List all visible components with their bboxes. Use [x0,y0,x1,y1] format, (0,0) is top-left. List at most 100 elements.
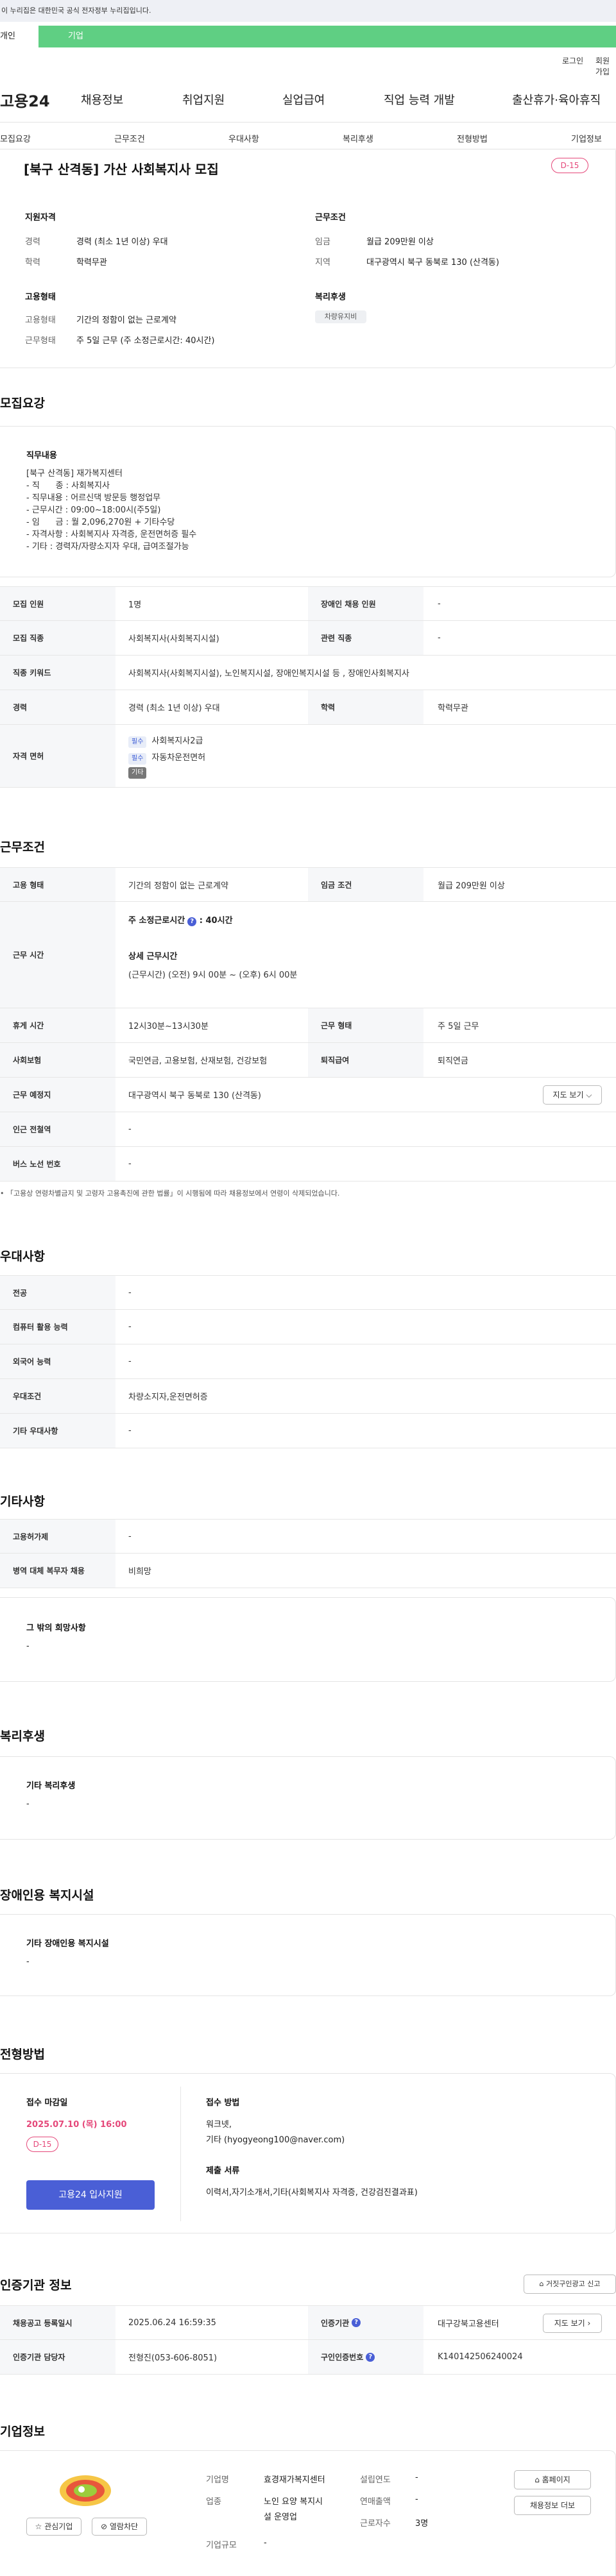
etc-section-title: 기타사항 [0,1495,45,1509]
language-value: - [128,1357,132,1366]
dday-badge: D-15 [551,158,588,173]
rest-value: 12시30분~13시30분 [128,1022,209,1031]
gov-banner-text: 이 누리집은 대한민국 공식 전자정부 누리집입니다. [1,6,151,15]
edu-value: 학력무관 [76,258,107,267]
wage-label: 임금 [315,237,330,247]
job-desc-text: [북구 산격동] 재가복지센터 - 직 종 : 사회복지사 - 직무내용 : 어… [26,469,197,552]
company-logo [58,2470,112,2509]
computer-label: 컴퓨터 활용 능력 [0,1310,116,1344]
anchor-preference[interactable]: 우대사항 [228,132,259,144]
table-row: 인증기관 담당자 전형진(053-606-8051) 구인인증번호? K1401… [0,2340,616,2375]
homepage-button-label: 홈페이지 [542,2475,570,2484]
interest-button-label: 관심기업 [44,2522,73,2531]
pref-cond-label: 우대조건 [0,1379,116,1413]
table-row: 고용 형태 기간의 정함이 없는 근로계약 임금 조건 월급 209만원 이상 [0,867,616,902]
anchor-recruit[interactable]: 모집요강 [0,132,31,144]
map-button[interactable]: 지도 보기 ⌵ [543,1085,602,1105]
process-section-title: 전형방법 [0,2047,45,2062]
industry-label: 업종 [206,2497,221,2507]
military-value: 비희망 [128,1567,151,1577]
help-icon[interactable]: ? [352,2318,361,2327]
work-shift-value: 주 5일 근무 [438,1022,479,1031]
recruit-edu-label: 학력 [308,690,424,724]
founded-label: 설립연도 [360,2475,391,2485]
facility-card: 기타 장애인용 복지시설 - [0,1914,616,1996]
site-logo[interactable]: 고용24 [0,89,50,111]
table-row: 사회보험 국민연금, 고용보험, 산재보험, 건강보험 퇴직급여 퇴직연금 [0,1043,616,1078]
block-button[interactable]: ⊘ 열람차단 [92,2518,147,2536]
tab-company[interactable]: 기업 [38,26,616,47]
login-link[interactable]: 로그인 [562,55,583,66]
pref-other-label: 기타 우대사항 [0,1414,116,1448]
license2-name: 자동차운전면허 [151,753,206,763]
count-label: 모집 인원 [0,587,116,620]
table-row: 경력 경력 (최소 1년 이상) 우대 학력 학력무관 [0,690,616,725]
more-jobs-button[interactable]: 채용정보 더보 [514,2496,591,2515]
facility-box-title: 기타 장애인용 복지시설 [26,1939,109,1949]
apply-button[interactable]: 고용24 입사지원 [26,2180,155,2210]
nav-menu-jobs[interactable]: 채용정보 [81,91,123,108]
company-card: ☆ 관심기업 ⊘ 열람차단 기업명 효경재가복지센터 업종 노인 요양 복지시 … [0,2450,616,2576]
anchor-company[interactable]: 기업정보 [571,132,602,144]
career-label: 경력 [25,237,40,247]
recruit-section-title: 모집요강 [0,396,45,411]
process-divider [180,2087,181,2221]
edu-label: 학력 [25,258,40,267]
disabled-label: 장애인 채용 인원 [308,587,424,620]
nav-menu-parental-leave[interactable]: 출산휴가·육아휴직 [512,91,601,108]
block-button-label: 열람차단 [109,2522,139,2531]
related-value: - [438,633,441,643]
anchor-process[interactable]: 전형방법 [457,132,488,144]
tab-personal[interactable]: 개인 [0,26,38,47]
interest-button[interactable]: ☆ 관심기업 [26,2518,81,2536]
rest-label: 휴게 시간 [0,1008,116,1042]
license-list: 필수 사회복지사2급 필수 자동차운전면허 기타 [128,734,205,779]
table-row: 채용공고 등록일시 2025.06.24 16:59:35 인증기관? 대구강북… [0,2305,616,2340]
work-wage-value: 월급 209만원 이상 [438,881,505,891]
table-row: 자격 면허 필수 사회복지사2급 필수 자동차운전면허 기타 [0,725,616,788]
anchor-work[interactable]: 근무조건 [114,132,145,144]
major-label: 전공 [0,1276,116,1309]
agency-map-label: 지도 보기 [554,2319,585,2328]
gov-banner: 이 누리집은 대한민국 공식 전자정부 누리집입니다. [0,0,616,22]
company-name-value: 효경재가복지센터 [264,2475,325,2485]
station-value: - [128,1124,132,1134]
employees-value: 3명 [415,2519,429,2529]
cert-label: 구인인증번호? [308,2340,424,2374]
work-time-label: 근무 시간 [0,902,116,1008]
chevron-down-icon: ⌵ [586,1090,592,1099]
help-icon[interactable]: ? [366,2352,375,2362]
size-value: - [264,2538,267,2548]
bus-label: 버스 노선 번호 [0,1147,116,1181]
age-note: • 「고용상 연령차별금지 및 고령자 고용촉진에 관한 법률」이 시행됨에 따… [0,1189,340,1198]
nav-menu-job-training[interactable]: 직업 능력 개발 [384,91,455,108]
recruit-edu-value: 학력무관 [438,704,468,713]
map-button-label: 지도 보기 [552,1090,584,1099]
agency-label: 인증기관? [308,2306,424,2339]
block-icon: ⊘ [100,2522,108,2531]
join-link[interactable]: 회원가입 [595,55,616,77]
help-icon[interactable]: ? [187,917,197,926]
size-label: 기업규모 [206,2541,237,2550]
computer-value: - [128,1322,132,1332]
nav-menu-unemployment-benefit[interactable]: 실업급여 [282,91,325,108]
wish-value: - [26,1641,30,1651]
summary-card: [북구 산격동] 가산 사회복지사 모집 D-15 지원자격 경력 경력 (최소… [0,150,616,368]
deadline-label: 접수 마감일 [26,2098,68,2108]
table-row: 모집 인원 1명 장애인 채용 인원 - [0,586,616,621]
homepage-button[interactable]: ⌂ 홈페이지 [514,2470,591,2489]
table-row: 인근 전철역 - [0,1112,616,1147]
bus-value: - [128,1159,132,1169]
agency-map-button[interactable]: 지도 보기 › [543,2314,602,2333]
license1-name: 사회복지사2급 [151,736,203,746]
anchor-welfare[interactable]: 복리후생 [343,132,373,144]
table-row: 근무 예정지 대구광역시 북구 동북로 130 (산격동) 지도 보기 ⌵ [0,1078,616,1112]
disabled-value: - [438,598,441,609]
welfare-title: 복리후생 [315,292,346,302]
job-title: [북구 산격동] 가산 사회복지사 모집 [24,162,219,177]
report-button[interactable]: ⌂ 거짓구인광고 신고 [524,2275,616,2294]
docs-label: 제출 서류 [206,2166,240,2176]
wish-card: 그 밖의 희망사항 - [0,1597,616,1682]
nav-menu-employment-support[interactable]: 취업지원 [182,91,225,108]
place-label: 근무 예정지 [0,1078,116,1112]
